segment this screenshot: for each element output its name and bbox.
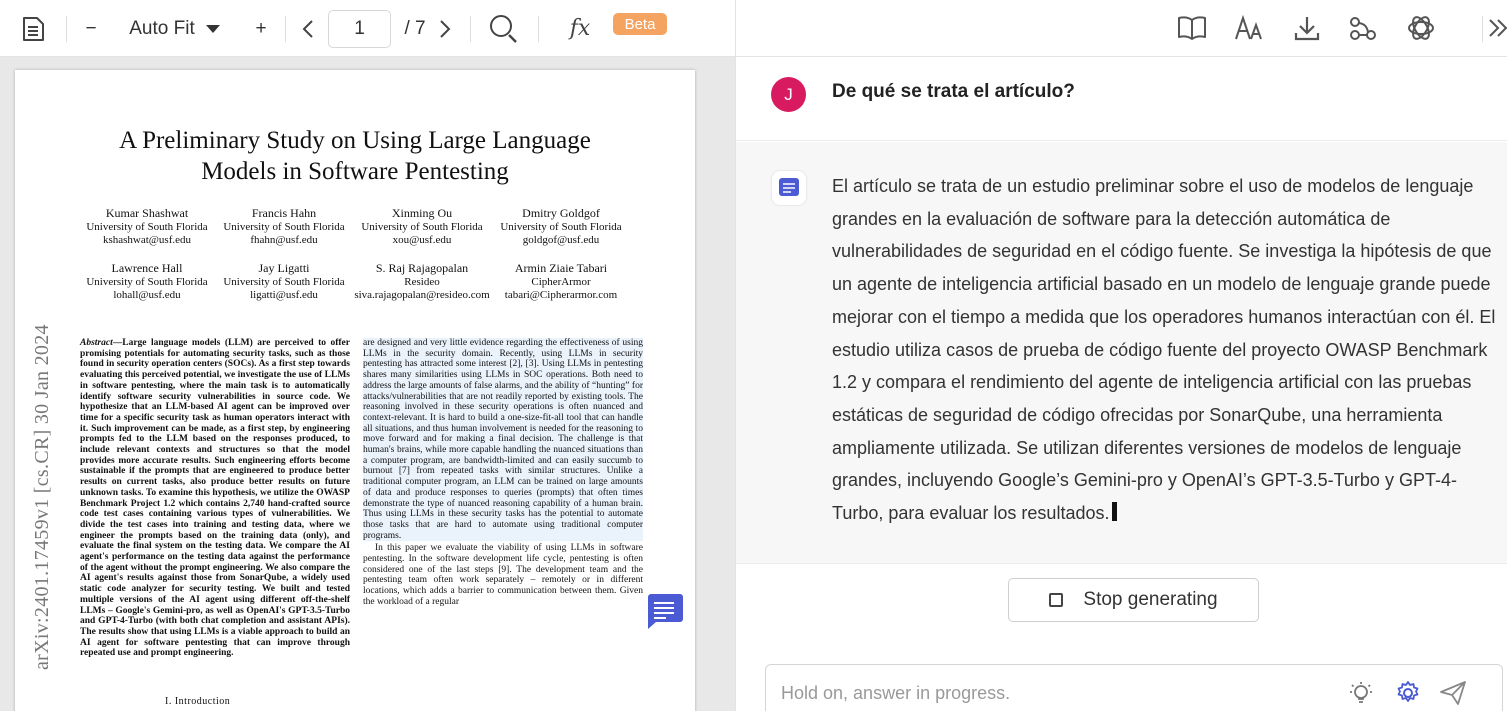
author-affiliation: University of South Florida xyxy=(86,220,208,233)
author-block: Armin Ziaie Tabari CipherArmor tabari@Ci… xyxy=(486,261,636,303)
author-email: xou@usf.edu xyxy=(392,234,452,247)
author-affiliation: University of South Florida xyxy=(500,220,622,233)
app-window: − Auto Fit + 1 / 7 fx Beta A Preliminary… xyxy=(0,0,1507,711)
author-email: fhahn@usf.edu xyxy=(250,234,318,247)
document-icon[interactable] xyxy=(14,0,52,57)
zoom-mode-label: Auto Fit xyxy=(129,17,195,39)
stop-generating-button[interactable]: Stop generating xyxy=(1008,578,1259,622)
send-icon[interactable] xyxy=(1439,679,1467,707)
author-block: Jay Ligatti University of South Florida … xyxy=(209,261,359,303)
zoom-in-button[interactable]: + xyxy=(248,0,274,57)
abstract-text: —Large language models (LLM) are perceiv… xyxy=(80,338,350,659)
author-name: S. Raj Rajagopalan xyxy=(375,261,469,275)
user-avatar: J xyxy=(771,77,806,112)
beta-badge: Beta xyxy=(613,13,667,35)
author-email: lohall@usf.edu xyxy=(113,289,181,302)
chat-bubble-icon xyxy=(779,178,799,196)
assistant-answer-text: El artículo se trata de un estudio preli… xyxy=(832,176,1496,524)
author-block: Dmitry Goldgof University of South Flori… xyxy=(486,206,636,248)
lightbulb-icon[interactable] xyxy=(1347,679,1375,707)
assistant-avatar xyxy=(772,171,806,205)
body-right-column: are designed and very little evidence re… xyxy=(363,338,643,608)
author-email: goldgof@usf.edu xyxy=(522,234,600,247)
chat-toolbar xyxy=(736,0,1507,57)
download-icon[interactable] xyxy=(1291,12,1323,44)
author-email: siva.rajagopalan@resideo.com xyxy=(354,289,490,302)
author-block: Lawrence Hall University of South Florid… xyxy=(72,261,222,303)
search-icon[interactable] xyxy=(484,0,524,57)
zoom-out-button[interactable]: − xyxy=(78,0,104,57)
prev-page-icon[interactable] xyxy=(297,0,319,57)
font-size-icon[interactable] xyxy=(1233,12,1265,44)
author-email: tabari@Cipherarmor.com xyxy=(504,289,618,302)
author-affiliation: University of South Florida xyxy=(361,220,483,233)
author-affiliation: Resideo xyxy=(404,275,440,288)
book-icon[interactable] xyxy=(1176,12,1208,44)
pdf-viewer[interactable]: A Preliminary Study on Using Large Langu… xyxy=(0,57,735,711)
stop-generating-label: Stop generating xyxy=(1083,589,1218,610)
author-block: Kumar Shashwat University of South Flori… xyxy=(72,206,222,248)
author-affiliation: University of South Florida xyxy=(86,275,208,288)
stop-icon xyxy=(1049,593,1064,607)
collapse-panel-icon[interactable] xyxy=(1486,12,1507,44)
zoom-mode-select[interactable]: Auto Fit xyxy=(120,0,230,57)
pdf-page: A Preliminary Study on Using Large Langu… xyxy=(15,70,695,711)
author-name: Lawrence Hall xyxy=(111,261,183,275)
section-heading: I. Introduction xyxy=(165,696,231,707)
author-block: Francis Hahn University of South Florida… xyxy=(209,206,359,248)
arxiv-identifier: arXiv:2401.17459v1 [cs.CR] 30 Jan 2024 xyxy=(31,324,53,670)
author-name: Xinming Ou xyxy=(391,206,453,220)
pdf-toolbar: − Auto Fit + 1 / 7 fx Beta xyxy=(0,0,735,57)
user-question: De qué se trata el artículo? xyxy=(832,81,1075,102)
paper-title-line-1: A Preliminary Study on Using Large Langu… xyxy=(119,127,591,154)
formula-icon[interactable]: fx xyxy=(562,0,598,57)
author-affiliation: University of South Florida xyxy=(223,275,345,288)
author-email: ligatti@usf.edu xyxy=(250,289,318,302)
mindmap-icon[interactable] xyxy=(1347,12,1379,44)
typing-cursor xyxy=(1112,502,1118,522)
body-paragraph: In this paper we evaluate the viability … xyxy=(363,543,643,607)
abstract: Abstract—Large language models (LLM) are… xyxy=(80,338,350,659)
openai-icon[interactable] xyxy=(1405,12,1437,44)
author-block: S. Raj Rajagopalan Resideo siva.rajagopa… xyxy=(347,261,497,303)
chat-input[interactable]: Hold on, answer in progress. xyxy=(765,664,1503,711)
author-name: Dmitry Goldgof xyxy=(522,206,600,220)
chat-bubble-icon xyxy=(648,594,683,629)
author-name: Kumar Shashwat xyxy=(105,206,189,220)
assistant-message: El artículo se trata de un estudio preli… xyxy=(736,142,1507,564)
author-name: Jay Ligatti xyxy=(258,261,310,275)
chat-pane: J De qué se trata el artículo? El artícu… xyxy=(735,0,1507,711)
chat-floating-button[interactable] xyxy=(644,590,684,630)
user-message: J De qué se trata el artículo? xyxy=(736,57,1507,141)
author-block: Xinming Ou University of South Florida x… xyxy=(347,206,497,248)
author-name: Armin Ziaie Tabari xyxy=(514,261,608,275)
author-name: Francis Hahn xyxy=(251,206,317,220)
author-email: kshashwat@usf.edu xyxy=(102,234,192,247)
highlighted-paragraph: are designed and very little evidence re… xyxy=(363,338,643,542)
author-affiliation: CipherArmor xyxy=(531,275,591,288)
author-affiliation: University of South Florida xyxy=(223,220,345,233)
next-page-icon[interactable] xyxy=(435,0,455,57)
paper-title-line-2: Models in Software Pentesting xyxy=(201,158,509,185)
chevron-down-icon xyxy=(205,24,220,33)
paper-title: A Preliminary Study on Using Large Langu… xyxy=(15,125,695,187)
pdf-pane: − Auto Fit + 1 / 7 fx Beta A Preliminary… xyxy=(0,0,735,711)
assistant-answer: El artículo se trata de un estudio preli… xyxy=(832,170,1502,530)
page-number-input[interactable]: 1 xyxy=(328,10,391,48)
chat-input-placeholder: Hold on, answer in progress. xyxy=(781,683,1011,703)
settings-icon[interactable] xyxy=(1394,679,1422,707)
abstract-label: Abstract xyxy=(80,338,113,348)
page-total: / 7 xyxy=(404,17,426,39)
